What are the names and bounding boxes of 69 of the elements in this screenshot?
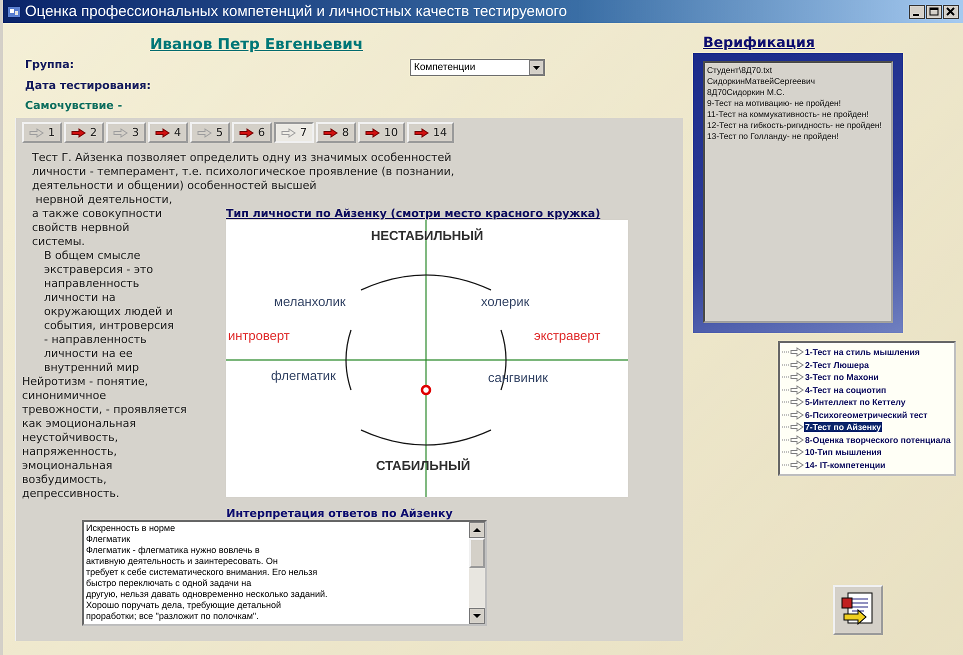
person-name: Иванов Петр Евгеньевич bbox=[150, 35, 364, 53]
app-icon bbox=[7, 4, 21, 18]
axis-label: интроверт bbox=[228, 328, 290, 343]
arrow-icon bbox=[365, 128, 381, 138]
arrow-icon bbox=[782, 347, 804, 358]
verification-list: Студент\8Д70.txt СидоркинМатвейСергеевич 8Д70Сидоркин М.С. 9-Тест на мотивацию- не пройден! 11-Тест на коммукативность- не пройден! 12-Тест на гибкость-ригидность- не пройден! 13-Тест по Голланду- не пройден! bbox=[703, 61, 893, 323]
temperament-label: флегматик bbox=[271, 368, 336, 383]
test-date-label: Дата тестирования: bbox=[25, 78, 151, 94]
test-item[interactable]: 7-Тест по Айзенку bbox=[804, 422, 882, 432]
arrow-icon bbox=[782, 360, 804, 370]
arrow-icon bbox=[782, 460, 804, 470]
interpretation-text-area[interactable]: Искренность в норме Флегматик Флегматик - флегматика нужно вовлечь в активную деятельность и заинтересовать. Он требует к себе систематического внимания. Его нельзя быстро переключать с одной задачи на другую, нельзя давать одновременно несколько заданий. Хорошо поручать дела, требующие детальной проработки; все "разложит по полочкам". bbox=[82, 520, 487, 626]
test-item[interactable]: 14- IT-компетенции bbox=[804, 460, 886, 470]
arrow-icon bbox=[782, 447, 804, 458]
test-item[interactable]: 4-Тест на социотип bbox=[804, 384, 888, 395]
temperament-label: холерик bbox=[481, 294, 530, 309]
test-item[interactable]: 2-Тест Люшера bbox=[804, 360, 870, 370]
chart-title: Тип личности по Айзенку (смотри место красного кружка) bbox=[226, 207, 602, 220]
test-tab[interactable]: 1 bbox=[22, 122, 62, 143]
arrow-icon bbox=[155, 128, 171, 138]
arrow-icon bbox=[323, 128, 339, 138]
temperament-label: меланхолик bbox=[274, 294, 346, 309]
test-tab[interactable]: 7 bbox=[274, 122, 314, 143]
arrow-icon bbox=[71, 128, 87, 138]
wellbeing-label: Самочувствие - bbox=[25, 98, 122, 114]
verification-link[interactable]: Верификация bbox=[703, 35, 815, 51]
arrow-icon bbox=[782, 434, 804, 445]
test-item[interactable]: 6-Психогеометрический тест bbox=[804, 410, 929, 420]
arrow-icon bbox=[414, 128, 430, 138]
description-text: Нейротизм - понятие, синонимичное тревожности, - проявляется как эмоциональная неустойчивость, напряженность, эмоциональная возбудимость, депрессивность. bbox=[22, 375, 188, 501]
group-label: Группа: bbox=[25, 57, 76, 73]
test-tab[interactable]: 8 bbox=[316, 122, 356, 143]
arrow-icon bbox=[782, 384, 804, 395]
report-button[interactable] bbox=[833, 585, 883, 635]
scroll-down-icon[interactable] bbox=[469, 608, 485, 624]
test-tab[interactable]: 4 bbox=[148, 122, 188, 143]
description-text: нервной деятельности, а также совокупности свойств нервной системы. bbox=[32, 193, 174, 249]
arrow-icon bbox=[239, 128, 255, 138]
test-tab[interactable]: 14 bbox=[407, 122, 454, 143]
description-text: В общем смысле экстраверсия - это направленность личности на окружающих людей и события, интроверсия - направленность личности на ее внутренний мир bbox=[44, 249, 175, 375]
arrow-icon bbox=[782, 397, 804, 408]
scroll-up-icon[interactable] bbox=[469, 522, 485, 538]
scroll-thumb[interactable] bbox=[469, 538, 485, 568]
test-tab[interactable]: 10 bbox=[358, 122, 405, 143]
arrow-icon bbox=[113, 128, 129, 138]
scrollbar[interactable] bbox=[469, 522, 485, 624]
test-item[interactable]: 10-Тип мышления bbox=[804, 447, 883, 458]
window-title: Оценка профессиональных компетенций и личностных качеств тестируемого bbox=[25, 3, 568, 20]
arrow-icon bbox=[281, 128, 297, 138]
interpretation-title: Интерпретация ответов по Айзенку bbox=[226, 507, 453, 520]
axis-label: экстраверт bbox=[534, 328, 600, 343]
close-icon[interactable] bbox=[943, 4, 959, 18]
test-item[interactable]: 8-Оценка творческого потенциала bbox=[804, 434, 952, 445]
arrow-icon bbox=[782, 410, 804, 420]
test-item[interactable]: 1-Тест на стиль мышления bbox=[804, 347, 921, 358]
arrow-icon bbox=[29, 128, 45, 138]
test-item[interactable]: 3-Тест по Махони bbox=[804, 372, 880, 382]
maximize-icon[interactable] bbox=[926, 4, 942, 18]
arrow-icon bbox=[197, 128, 213, 138]
test-tab[interactable]: 6 bbox=[232, 122, 272, 143]
category-dropdown[interactable]: Компетенции bbox=[410, 59, 545, 76]
test-tab[interactable]: 2 bbox=[64, 122, 104, 143]
test-item[interactable]: 5-Интеллект по Кеттелу bbox=[804, 397, 907, 408]
minimize-icon[interactable] bbox=[909, 4, 925, 18]
arrow-icon bbox=[782, 372, 804, 382]
test-tab[interactable]: 3 bbox=[106, 122, 146, 143]
circle-marker bbox=[420, 384, 432, 396]
arrow-icon bbox=[782, 422, 804, 432]
test-tab[interactable]: 5 bbox=[190, 122, 230, 143]
